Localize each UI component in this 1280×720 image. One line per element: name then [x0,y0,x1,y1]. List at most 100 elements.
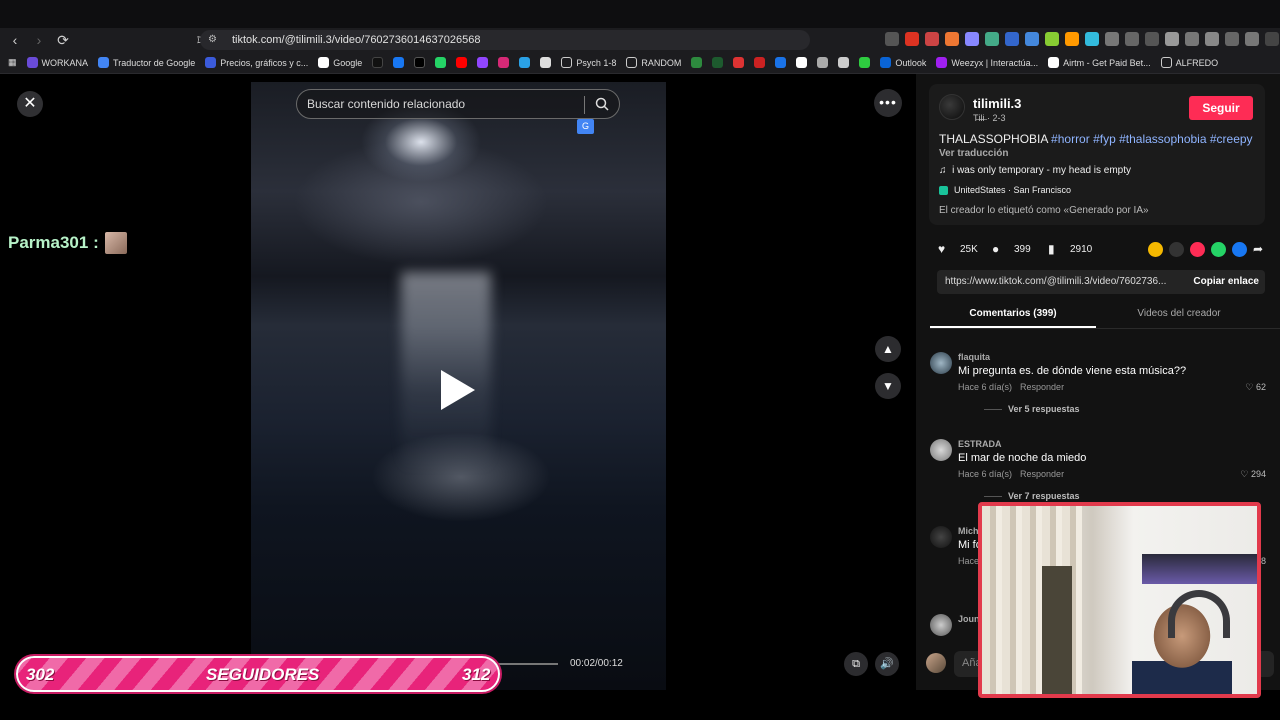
whatsapp-icon[interactable] [1211,242,1226,257]
bookmark-translate[interactable]: Traductor de Google [98,57,195,68]
comment-username[interactable]: flaquita [958,352,990,362]
extension-icon[interactable] [925,32,939,46]
follow-button[interactable]: Seguir [1189,96,1253,120]
search-input[interactable]: Buscar contenido relacionado [307,97,465,111]
comment-likes[interactable]: ♡ 62 [1245,382,1266,393]
save-button[interactable]: ▮ 2910 [1048,242,1092,256]
comment-username[interactable]: Mich [958,526,979,536]
share-link[interactable]: https://www.tiktok.com/@tilimili.3/video… [945,276,1166,287]
bookmark-workana[interactable]: WORKANA [26,57,88,68]
send-icon[interactable] [1190,242,1205,257]
tab-comments[interactable]: Comentarios (399) [930,308,1096,319]
extension-icon[interactable] [885,32,899,46]
extension-icon[interactable] [1065,32,1079,46]
comment-likes[interactable]: 8 [1261,556,1266,566]
back-icon[interactable]: ‹ [6,31,24,49]
menu-icon[interactable] [1265,32,1279,46]
more-options-button[interactable]: ••• [874,89,902,117]
extension-icon[interactable] [691,57,703,68]
bookmark-google[interactable]: Google [318,57,362,68]
volume-button[interactable]: 🔊 [875,652,899,676]
like-button[interactable]: ♥ 25K [938,242,978,256]
extension-icon[interactable] [945,32,959,46]
avatar[interactable] [930,439,952,461]
hashtag[interactable]: #creepy [1210,132,1253,146]
apps-icon[interactable]: ▦ [8,57,17,68]
copy-link-button[interactable]: Copiar enlace [1193,276,1259,287]
extension-icon[interactable] [1225,32,1239,46]
hashtag[interactable]: #thalassophobia [1119,132,1206,146]
extension-icon[interactable] [1145,32,1159,46]
twitch-icon[interactable] [477,57,489,68]
previous-video-button[interactable]: ▲ [875,336,901,362]
chat-icon[interactable] [540,57,552,68]
bookmark-outlook[interactable]: Outlook [880,57,926,68]
facebook-icon[interactable] [1232,242,1247,257]
see-translation-link[interactable]: Ver traducción [939,148,1008,159]
google-translate-icon[interactable]: G [577,119,594,134]
comment-username[interactable]: Joun [958,614,980,624]
extension-icon[interactable] [1045,32,1059,46]
extension-icon[interactable] [1205,32,1219,46]
extension-icon[interactable] [775,57,787,68]
extension-icon[interactable] [1245,32,1259,46]
extension-icon[interactable] [1085,32,1099,46]
extension-icon[interactable] [754,57,766,68]
close-button[interactable]: ✕ [17,91,43,117]
bookmark-weezyx[interactable]: Weezyx | Interactúa... [936,57,1038,68]
bookmark-psych[interactable]: Psych 1-8 [561,57,616,68]
video-progress-bar[interactable] [496,663,558,665]
x-icon[interactable] [414,57,426,68]
extension-icon[interactable] [985,32,999,46]
view-replies-button[interactable]: Ver 5 respuestas [984,404,1080,414]
avatar[interactable] [930,352,952,374]
avatar[interactable] [930,614,952,636]
extension-icon[interactable] [1005,32,1019,46]
creator-username[interactable]: tilimili.3 [973,96,1021,111]
facebook-icon[interactable] [393,57,405,68]
comment-button[interactable]: ● 399 [992,242,1031,256]
bookmark-prices[interactable]: Precios, gráficos y c... [205,57,308,68]
hashtag[interactable]: #horror [1051,132,1090,146]
reload-icon[interactable]: ⟳ [54,31,72,49]
share-icon[interactable]: ➦ [1253,242,1268,257]
music-info[interactable]: ♫ i was only temporary - my head is empt… [939,165,1131,176]
location-info[interactable]: UnitedStates · San Francisco [939,185,1071,195]
extension-icon[interactable] [712,57,724,68]
extension-icon[interactable] [1165,32,1179,46]
comment-likes[interactable]: ♡ 294 [1240,469,1266,480]
whatsapp-icon[interactable] [435,57,447,68]
reply-button[interactable]: Responder [1020,469,1064,479]
creator-avatar[interactable] [939,94,965,120]
related-search[interactable]: Buscar contenido relacionado [296,89,620,119]
extension-icon[interactable] [1025,32,1039,46]
cloud-icon[interactable] [519,57,531,68]
bookmark-airtm[interactable]: Airtm - Get Paid Bet... [1048,57,1151,68]
hashtag[interactable]: #fyp [1093,132,1116,146]
site-info-icon[interactable]: ⚙ [208,34,220,46]
bookmark-random[interactable]: RANDOM [626,57,681,68]
embed-icon[interactable] [1169,242,1184,257]
tiktok-icon[interactable] [372,57,384,68]
comment-username[interactable]: ESTRADA [958,439,1002,449]
repost-icon[interactable] [1148,242,1163,257]
next-video-button[interactable]: ▼ [875,373,901,399]
pip-button[interactable]: ⧉ [844,652,868,676]
forward-icon[interactable]: › [30,31,48,49]
extension-icon[interactable] [733,57,745,68]
youtube-icon[interactable] [456,57,468,68]
extension-icon[interactable] [965,32,979,46]
extension-icon[interactable] [1105,32,1119,46]
extension-icon[interactable] [817,57,829,68]
address-bar[interactable]: ⚙ tiktok.com/@tilimili.3/video/760273601… [200,30,810,50]
search-icon[interactable] [595,97,609,111]
extension-icon[interactable] [1185,32,1199,46]
extension-icon[interactable] [905,32,919,46]
reply-button[interactable]: Responder [1020,382,1064,392]
play-icon[interactable] [441,370,475,410]
instagram-icon[interactable] [498,57,510,68]
bookmark-alfredo[interactable]: ALFREDO [1160,57,1218,68]
tab-creator-videos[interactable]: Videos del creador [1096,308,1262,319]
extension-icon[interactable] [796,57,808,68]
video-player[interactable] [251,82,666,690]
